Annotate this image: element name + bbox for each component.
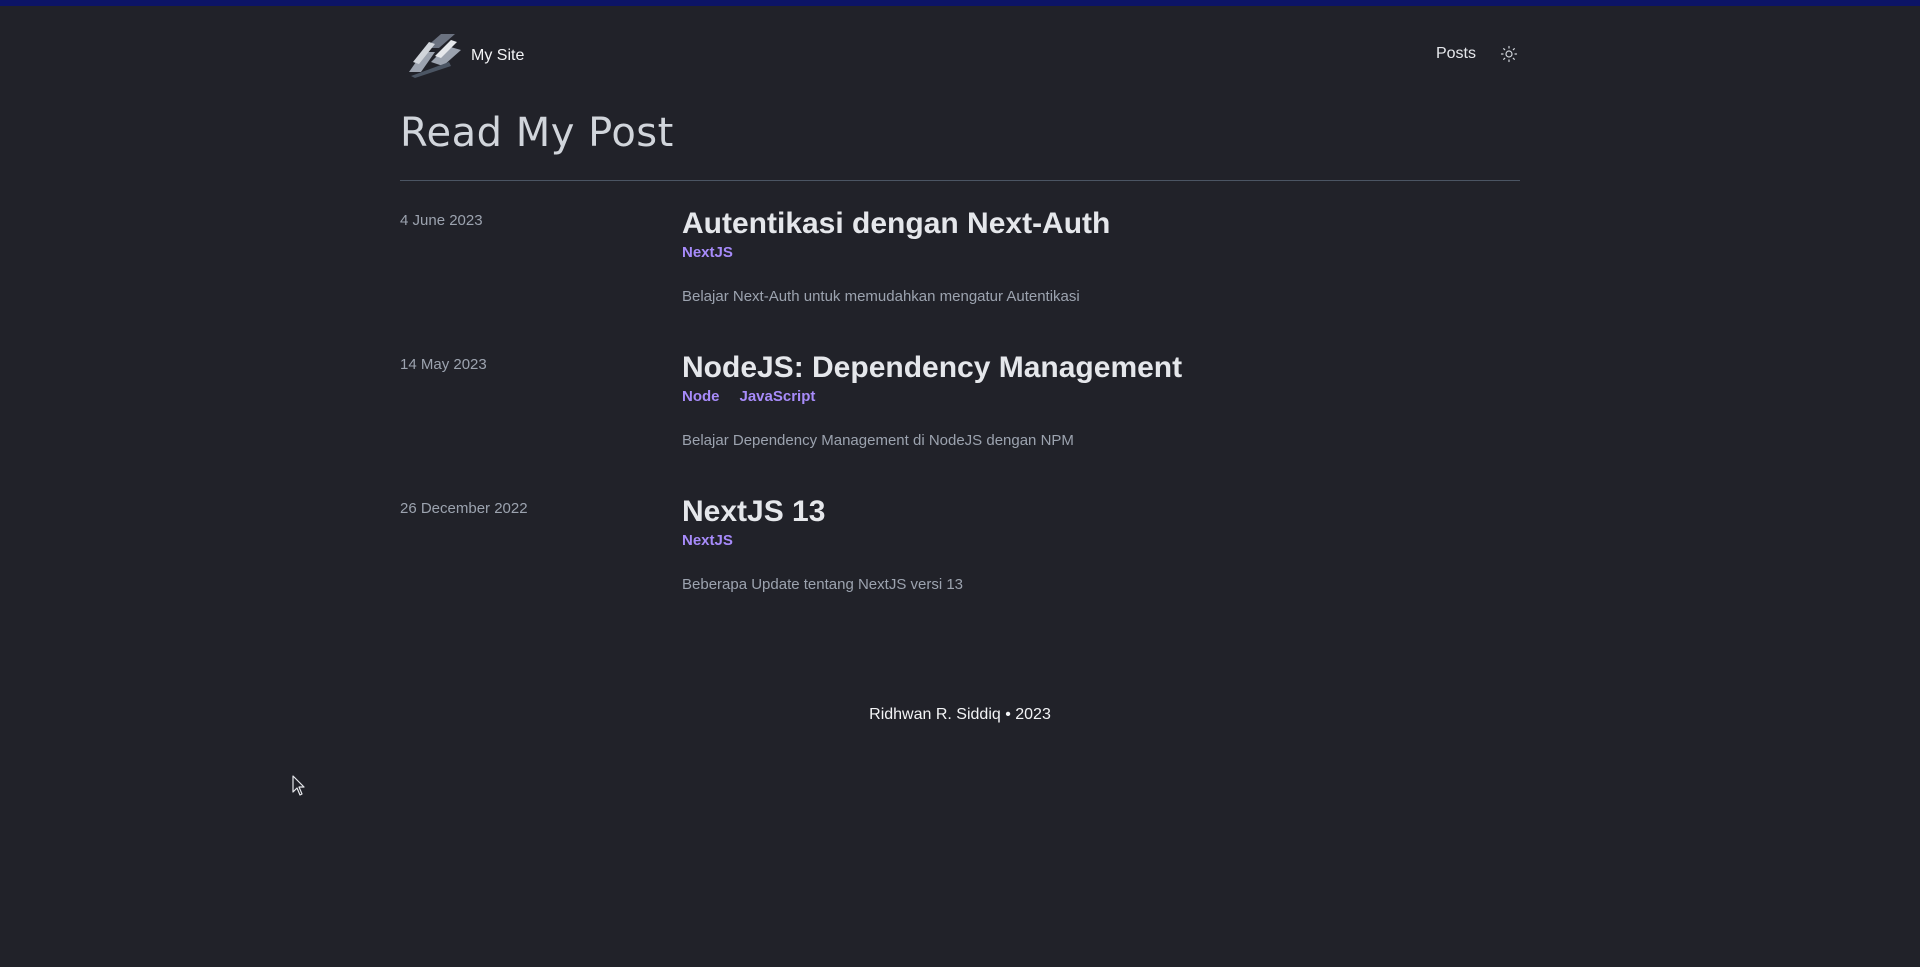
post-body: NodeJS: Dependency Management Node JavaS… [682,349,1520,449]
sun-icon [1500,45,1518,63]
tag-link[interactable]: JavaScript [740,388,816,410]
post-list: 4 June 2023 Autentikasi dengan Next-Auth… [400,205,1520,637]
site-header: My Site Posts [400,30,1520,78]
site-logo-icon [409,34,461,78]
site-name: My Site [471,47,525,64]
tag-link[interactable]: Node [682,388,720,410]
post-title-link[interactable]: NodeJS: Dependency Management [682,349,1520,387]
post-body: NextJS 13 NextJS Beberapa Update tentang… [682,493,1520,593]
post-item: 14 May 2023 NodeJS: Dependency Managemen… [400,349,1520,493]
mouse-cursor-icon [292,775,305,796]
post-item: 4 June 2023 Autentikasi dengan Next-Auth… [400,205,1520,349]
tag-link[interactable]: NextJS [682,244,733,266]
title-divider [400,180,1520,181]
main-nav: Posts [1436,43,1520,65]
page-title: Read My Post [400,110,674,156]
post-description: Beberapa Update tentang NextJS versi 13 [682,576,964,593]
post-tags: Node JavaScript [682,388,1520,410]
post-description: Belajar Dependency Management di NodeJS … [682,432,1074,449]
site-brand-link[interactable]: My Site [405,32,524,80]
tag-link[interactable]: NextJS [682,532,733,554]
top-accent-bar [0,0,1920,6]
post-tags: NextJS [682,532,1520,554]
nav-link-posts[interactable]: Posts [1436,45,1476,63]
post-body: Autentikasi dengan Next-Auth NextJS Bela… [682,205,1520,305]
post-item: 26 December 2022 NextJS 13 NextJS Bebera… [400,493,1520,637]
post-title-link[interactable]: Autentikasi dengan Next-Auth [682,205,1520,243]
post-date: 26 December 2022 [400,500,528,517]
site-footer: Ridhwan R. Siddiq • 2023 [869,706,1051,723]
post-tags: NextJS [682,244,1520,266]
post-date: 4 June 2023 [400,212,483,229]
post-description: Belajar Next-Auth untuk memudahkan menga… [682,288,1080,305]
theme-toggle-button[interactable] [1498,43,1520,65]
post-title-link[interactable]: NextJS 13 [682,493,1520,531]
post-date: 14 May 2023 [400,356,487,373]
